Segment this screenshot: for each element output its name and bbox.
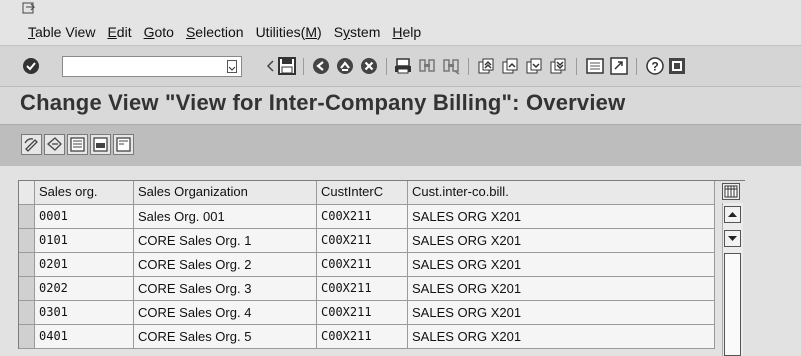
application-toolbar [0, 124, 801, 167]
display-change-icon[interactable] [21, 134, 42, 155]
table-header-row: Sales org. Sales Organization CustInterC… [19, 181, 745, 205]
cell-sales-organization[interactable]: CORE Sales Org. 1 [134, 229, 317, 253]
other-entry-icon[interactable] [44, 134, 65, 155]
cell-cust-inter-co-bill[interactable]: SALES ORG X201 [408, 205, 715, 229]
menu-item-table-view[interactable]: Table View [28, 24, 95, 40]
column-header-sales-org[interactable]: Sales org. [35, 181, 134, 205]
cell-custinterc[interactable]: C00X211 [317, 325, 408, 349]
cell-custinterc[interactable]: C00X211 [317, 301, 408, 325]
select-all-column-header[interactable] [19, 181, 35, 205]
cell-custinterc[interactable]: C00X211 [317, 253, 408, 277]
row-selector[interactable] [19, 205, 35, 229]
scroll-up-icon[interactable] [724, 206, 741, 223]
table-row[interactable]: 0202 CORE Sales Org. 3 C00X211 SALES ORG… [19, 277, 745, 301]
column-header-custinterc[interactable]: CustInterC [317, 181, 408, 205]
row-selector[interactable] [19, 253, 35, 277]
menu-item-selection[interactable]: Selection [186, 24, 244, 40]
row-selector[interactable] [19, 277, 35, 301]
layout-menu-icon[interactable] [668, 57, 686, 75]
menu-item-help[interactable]: Help [392, 24, 421, 40]
first-page-icon[interactable] [477, 57, 495, 75]
scroll-thumb[interactable] [724, 253, 741, 356]
create-session-icon[interactable] [586, 57, 604, 75]
table-row[interactable]: 0301 CORE Sales Org. 4 C00X211 SALES ORG… [19, 301, 745, 325]
toolbar-separator [636, 58, 637, 75]
cell-cust-inter-co-bill[interactable]: SALES ORG X201 [408, 301, 715, 325]
menu-item-system[interactable]: System [334, 24, 381, 40]
select-block-icon[interactable] [90, 134, 111, 155]
help-icon[interactable]: ? [646, 57, 664, 75]
toolbar-separator [386, 58, 387, 75]
deselect-all-icon[interactable] [113, 134, 134, 155]
previous-page-icon[interactable] [501, 57, 519, 75]
back-icon[interactable] [312, 57, 330, 75]
toolbar-separator [303, 58, 304, 75]
column-header-sales-organization[interactable]: Sales Organization [134, 181, 317, 205]
cell-cust-inter-co-bill[interactable]: SALES ORG X201 [408, 253, 715, 277]
cell-sales-organization[interactable]: Sales Org. 001 [134, 205, 317, 229]
find-next-icon[interactable] [442, 57, 460, 75]
menu-bar: Table View Edit Goto Selection Utilities(M) S… [0, 0, 801, 46]
cell-sales-org[interactable]: 0301 [35, 301, 134, 325]
cell-cust-inter-co-bill[interactable]: SALES ORG X201 [408, 277, 715, 301]
row-selector[interactable] [19, 325, 35, 349]
cell-sales-org[interactable]: 0202 [35, 277, 134, 301]
row-selector[interactable] [19, 229, 35, 253]
menu-items: Table View Edit Goto Selection Utilities(M) S… [28, 24, 433, 40]
table-row[interactable]: 0401 CORE Sales Org. 5 C00X211 SALES ORG… [19, 325, 745, 349]
column-header-cust-inter-co-bill[interactable]: Cust.inter-co.bill. [408, 181, 715, 205]
cell-custinterc[interactable]: C00X211 [317, 205, 408, 229]
standard-toolbar: ? [0, 46, 801, 87]
row-selector[interactable] [19, 301, 35, 325]
enter-icon[interactable] [22, 57, 40, 75]
exit-icon[interactable] [336, 57, 354, 75]
menu-item-goto[interactable]: Goto [144, 24, 174, 40]
cell-custinterc[interactable]: C00X211 [317, 229, 408, 253]
table-row[interactable]: 0101 CORE Sales Org. 1 C00X211 SALES ORG… [19, 229, 745, 253]
cell-sales-organization[interactable]: CORE Sales Org. 3 [134, 277, 317, 301]
cell-cust-inter-co-bill[interactable]: SALES ORG X201 [408, 325, 715, 349]
cell-sales-org[interactable]: 0101 [35, 229, 134, 253]
scroll-down-icon[interactable] [724, 230, 741, 247]
table-settings-icon[interactable] [722, 183, 740, 200]
print-icon[interactable] [394, 57, 412, 75]
cancel-icon[interactable] [360, 57, 378, 75]
next-page-icon[interactable] [525, 57, 543, 75]
cell-sales-org[interactable]: 0001 [35, 205, 134, 229]
svg-text:?: ? [651, 60, 658, 74]
cell-sales-org[interactable]: 0401 [35, 325, 134, 349]
last-page-icon[interactable] [549, 57, 567, 75]
table-control: Sales org. Sales Organization CustInterC… [0, 166, 801, 356]
menu-item-edit[interactable]: Edit [107, 24, 131, 40]
command-input[interactable] [63, 57, 221, 76]
cell-cust-inter-co-bill[interactable]: SALES ORG X201 [408, 229, 715, 253]
vertical-scrollbar[interactable] [722, 203, 743, 356]
toolbar-separator [576, 58, 577, 75]
cell-custinterc[interactable]: C00X211 [317, 277, 408, 301]
table-row[interactable]: 0201 CORE Sales Org. 2 C00X211 SALES ORG… [19, 253, 745, 277]
table-row[interactable]: 0001 Sales Org. 001 C00X211 SALES ORG X2… [19, 205, 745, 229]
page-title: Change View "View for Inter-Company Bill… [20, 90, 626, 115]
menu-arrow-icon[interactable] [22, 2, 36, 15]
command-field[interactable] [62, 56, 242, 77]
menu-item-utilities-m[interactable]: Utilities(M) [256, 24, 322, 40]
cell-sales-org[interactable]: 0201 [35, 253, 134, 277]
history-back-icon[interactable] [262, 57, 274, 75]
save-icon[interactable] [278, 57, 296, 75]
shortcut-icon[interactable] [610, 57, 628, 75]
cell-sales-organization[interactable]: CORE Sales Org. 4 [134, 301, 317, 325]
data-table: Sales org. Sales Organization CustInterC… [18, 180, 745, 349]
toolbar-separator [468, 58, 469, 75]
select-all-icon[interactable] [67, 134, 88, 155]
cell-sales-organization[interactable]: CORE Sales Org. 5 [134, 325, 317, 349]
find-icon[interactable] [418, 57, 436, 75]
dropdown-icon[interactable] [227, 60, 237, 73]
cell-sales-organization[interactable]: CORE Sales Org. 2 [134, 253, 317, 277]
